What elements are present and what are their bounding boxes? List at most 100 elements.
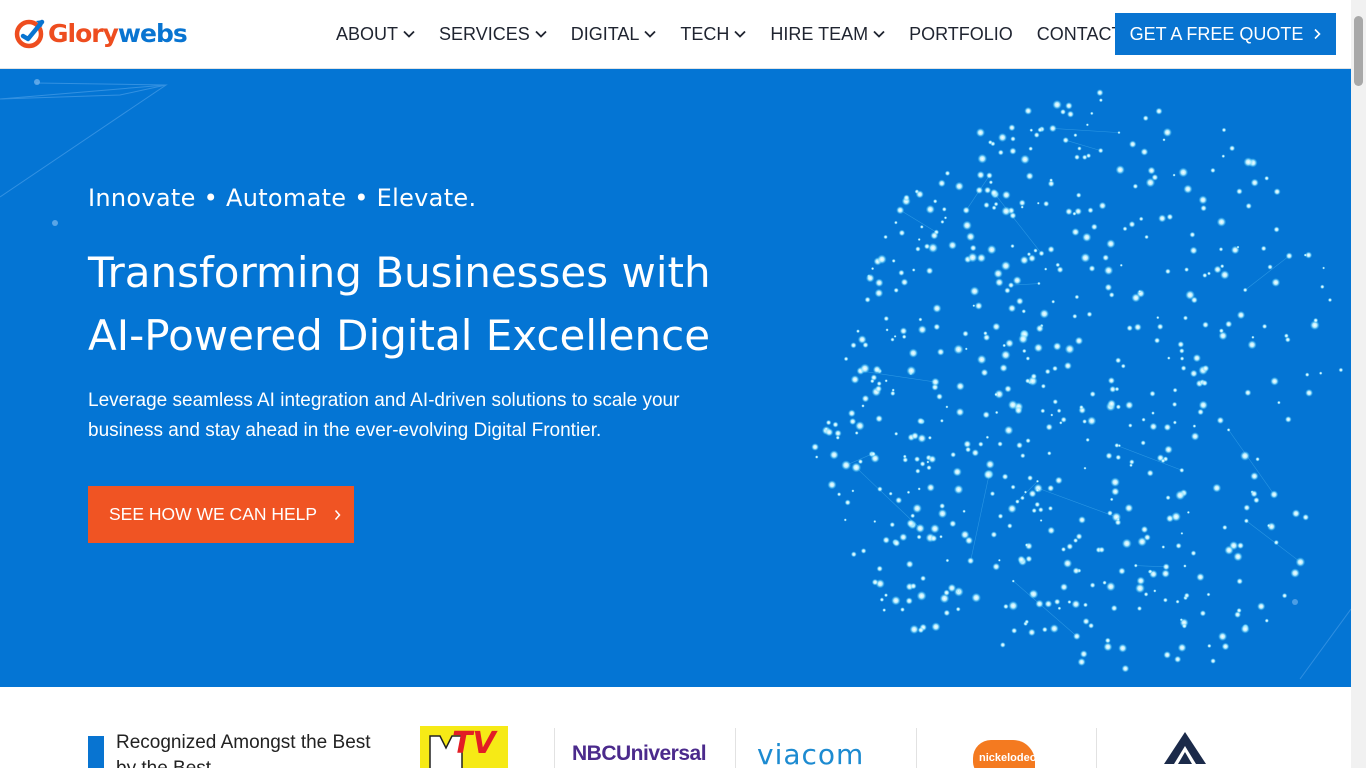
nav-label: PORTFOLIO (909, 23, 1013, 44)
head-particle (1210, 658, 1216, 664)
head-particle (1007, 504, 1017, 514)
head-particle (894, 431, 899, 436)
head-particle (1154, 337, 1161, 344)
head-particle (1158, 214, 1167, 223)
nav-item-about[interactable]: ABOUT (336, 24, 415, 45)
head-particle (1179, 348, 1185, 354)
head-particle (1207, 271, 1211, 276)
head-particle (1180, 531, 1184, 535)
head-particle (1075, 192, 1082, 198)
head-particle (1115, 357, 1122, 364)
nav-item-services[interactable]: SERVICES (439, 24, 547, 45)
head-particle (1224, 545, 1234, 555)
head-particle (1184, 267, 1190, 273)
head-particle (926, 483, 935, 492)
head-particle (891, 258, 896, 263)
head-particle (906, 519, 915, 528)
head-particle (969, 244, 977, 252)
head-particle (1200, 204, 1207, 212)
head-particle (1025, 378, 1031, 384)
head-particle (915, 246, 921, 252)
head-particle (877, 254, 887, 265)
head-particle (944, 170, 951, 177)
nav-item-portfolio[interactable]: PORTFOLIO (909, 24, 1013, 45)
nav-item-digital[interactable]: DIGITAL (571, 24, 657, 45)
quote-button-label: GET A FREE QUOTE (1129, 23, 1304, 44)
head-particle (1007, 523, 1013, 529)
head-particle (1057, 606, 1062, 611)
head-particle (1008, 600, 1019, 611)
nav-label: HIRE TEAM (770, 23, 869, 44)
head-particle (1102, 254, 1110, 262)
head-particle (834, 429, 842, 437)
head-particle (1183, 592, 1190, 599)
head-particle (1010, 484, 1016, 490)
head-particle (1140, 525, 1149, 534)
head-particle (1065, 207, 1073, 216)
head-particle (1144, 234, 1149, 240)
head-particle (1285, 252, 1293, 260)
head-particle (1035, 324, 1044, 333)
head-particle (1114, 386, 1120, 392)
head-particle (1001, 473, 1009, 481)
head-particle (1251, 335, 1255, 339)
chevron-down-icon (535, 30, 547, 38)
head-particle (1128, 140, 1137, 148)
head-particle (954, 181, 964, 191)
head-particle (851, 462, 862, 473)
head-particle (974, 301, 983, 310)
head-particle (1220, 264, 1225, 269)
nav-label: TECH (680, 23, 730, 44)
head-particle (1126, 324, 1133, 332)
head-particle (899, 327, 908, 335)
head-particle (1082, 419, 1088, 424)
head-particle (827, 480, 837, 490)
nav-item-hire-team[interactable]: HIRE TEAM (770, 24, 885, 45)
head-particle (1221, 642, 1230, 651)
head-particle (997, 132, 1008, 143)
head-particle (1028, 489, 1037, 498)
head-particle (874, 278, 884, 288)
scrollbar-thumb[interactable] (1354, 16, 1363, 86)
head-particle (899, 533, 908, 542)
head-particle (1273, 226, 1280, 233)
hero-description: Leverage seamless AI integration and AI-… (88, 390, 680, 441)
head-particle (1062, 136, 1069, 144)
head-particle (949, 520, 957, 528)
head-particle (1189, 369, 1198, 378)
nav-item-tech[interactable]: TECH (680, 23, 747, 45)
head-particle (1242, 287, 1248, 293)
head-particle (1103, 642, 1113, 652)
head-particle (849, 417, 857, 426)
head-particle (1110, 477, 1120, 488)
head-particle (1290, 568, 1300, 578)
head-particle (894, 220, 898, 225)
page-scrollbar[interactable] (1351, 0, 1366, 768)
head-particle (1236, 578, 1243, 585)
head-particle (1269, 490, 1279, 499)
head-particle (1174, 655, 1182, 663)
recognition-accent-bar (88, 736, 104, 768)
head-particle (898, 229, 906, 237)
head-particle (1072, 313, 1078, 319)
nav-item-contact[interactable]: CONTACT (1037, 24, 1123, 45)
head-particle (1243, 504, 1251, 512)
get-free-quote-button[interactable]: GET A FREE QUOTE (1115, 13, 1336, 55)
head-particle (825, 419, 832, 426)
head-particle (919, 224, 924, 229)
head-particle (1318, 371, 1323, 376)
site-logo[interactable]: Glorywebs (14, 16, 188, 50)
head-particle (1012, 276, 1022, 285)
head-particle (1163, 423, 1172, 432)
head-particle (843, 518, 847, 522)
head-particle (997, 441, 1003, 447)
head-particle (1047, 451, 1052, 456)
head-particle (1087, 416, 1097, 426)
head-particle (1284, 416, 1292, 423)
see-how-we-can-help-button[interactable]: SEE HOW WE CAN HELP (88, 486, 354, 543)
head-particle (939, 503, 946, 509)
head-particle (1156, 323, 1164, 330)
head-particle (901, 334, 907, 340)
head-particle (930, 534, 938, 542)
head-particle (1020, 205, 1024, 209)
